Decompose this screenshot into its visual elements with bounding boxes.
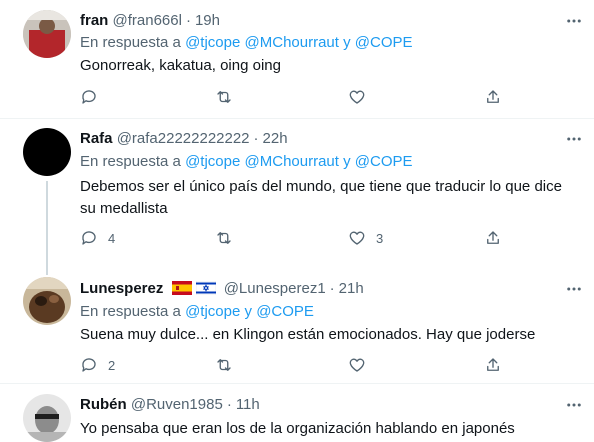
share-icon: [487, 358, 499, 371]
retweet-icon: [217, 359, 231, 371]
tweet-actions: 4 3: [80, 228, 510, 248]
reply-prefix: En respuesta a: [80, 303, 181, 320]
heart-icon: [349, 231, 365, 245]
separator-dot: ·: [185, 12, 191, 29]
retweet-icon: [217, 91, 231, 103]
thread-line: [46, 181, 48, 265]
mention-link[interactable]: @COPE: [355, 34, 413, 51]
avatar[interactable]: [23, 10, 71, 58]
author-handle[interactable]: @rafa22222222222: [117, 130, 250, 147]
avatar[interactable]: [23, 394, 71, 442]
retweet-button[interactable]: [215, 355, 243, 375]
timestamp[interactable]: 11h: [236, 396, 260, 413]
reply-prefix: En respuesta a: [80, 153, 181, 170]
reply-icon: [82, 231, 96, 245]
tweet-text: Suena muy dulce... en Klingon están emoc…: [80, 326, 536, 343]
tweet-text: Yo pensaba que eran los de la organizaci…: [80, 420, 515, 437]
timestamp[interactable]: 22h: [263, 130, 288, 147]
share-icon: [487, 90, 499, 103]
mention-link[interactable]: @COPE: [355, 153, 413, 170]
reply-prefix: En respuesta a: [80, 34, 181, 51]
tweet-actions: [80, 87, 510, 107]
more-icon[interactable]: [564, 279, 584, 299]
retweet-icon: [217, 232, 231, 244]
reply-icon: [82, 358, 96, 372]
author-name[interactable]: Rafa: [80, 130, 113, 147]
mention-link[interactable]: @tjcope: [185, 303, 240, 320]
reply-count: 2: [108, 357, 116, 373]
reply-count: 4: [108, 230, 116, 246]
avatar[interactable]: [23, 128, 71, 176]
mention-link[interactable]: @tjcope: [185, 153, 240, 170]
israel-flag-icon: [195, 280, 216, 301]
heart-icon: [349, 90, 365, 104]
share-button[interactable]: [484, 355, 502, 375]
more-icon[interactable]: [564, 11, 584, 31]
reply-icon: [82, 90, 96, 104]
mention-conjunction: y: [343, 153, 351, 170]
tweet-actions: 2: [80, 355, 510, 375]
like-count: 3: [376, 230, 384, 246]
more-icon[interactable]: [564, 129, 584, 149]
reply-button[interactable]: 2: [80, 355, 115, 375]
separator-dot: ·: [253, 130, 259, 147]
mention-conjunction: y: [343, 34, 351, 51]
author-name[interactable]: Lunesperez: [80, 280, 163, 297]
more-icon[interactable]: [564, 395, 584, 415]
reply-context: En respuesta a @tjcope @MChourraut y @CO…: [80, 33, 413, 53]
author-name[interactable]: fran: [80, 12, 108, 29]
reply-button[interactable]: 4: [80, 228, 115, 248]
tweet-text: Gonorreak, kakatua, oing oing: [80, 57, 281, 74]
share-button[interactable]: [484, 87, 502, 107]
reply-context: En respuesta a @tjcope y @COPE: [80, 302, 314, 322]
avatar[interactable]: [23, 277, 71, 325]
retweet-button[interactable]: [215, 87, 243, 107]
author-handle[interactable]: @fran666l: [113, 12, 182, 29]
author-name[interactable]: Rubén: [80, 396, 127, 413]
mention-link[interactable]: @MChourraut: [245, 153, 339, 170]
mention-link[interactable]: @tjcope: [185, 34, 240, 51]
share-button[interactable]: [484, 228, 502, 248]
timestamp[interactable]: 21h: [339, 280, 364, 297]
mention-link[interactable]: @MChourraut: [245, 34, 339, 51]
heart-icon: [349, 358, 365, 372]
reply-context: En respuesta a @tjcope @MChourraut y @CO…: [80, 152, 413, 172]
author-handle[interactable]: @Ruven1985: [131, 396, 223, 413]
separator-dot: ·: [226, 396, 232, 413]
mention-conjunction: y: [244, 303, 253, 320]
thread-line: [46, 265, 48, 275]
tweet-fran[interactable]: fran @fran666l · 19h En respuesta a @tjcop…: [0, 0, 594, 118]
author-handle[interactable]: @Lunesperez1: [224, 280, 326, 297]
like-button[interactable]: 3: [348, 228, 383, 248]
share-icon: [487, 231, 499, 244]
tweet-ruben[interactable]: Rubén @Ruven1985 · 11h Yo pensaba que eran…: [0, 384, 594, 442]
tweet-lunesperez[interactable]: Lunesperez @Lunesperez1 · 21h En respuesta…: [0, 265, 594, 382]
like-button[interactable]: [348, 87, 376, 107]
separator-dot: ·: [329, 280, 335, 297]
retweet-button[interactable]: [215, 228, 243, 248]
mention-link[interactable]: @COPE: [256, 303, 314, 320]
tweet-rafa[interactable]: Rafa @rafa22222222222 · 22h En respuesta a…: [0, 119, 594, 265]
like-button[interactable]: [348, 355, 376, 375]
timestamp[interactable]: 19h: [195, 12, 220, 29]
reply-button[interactable]: [80, 87, 108, 107]
spain-flag-icon: [171, 281, 192, 301]
tweet-text: Debemos ser el único país del mundo, que…: [80, 178, 562, 217]
